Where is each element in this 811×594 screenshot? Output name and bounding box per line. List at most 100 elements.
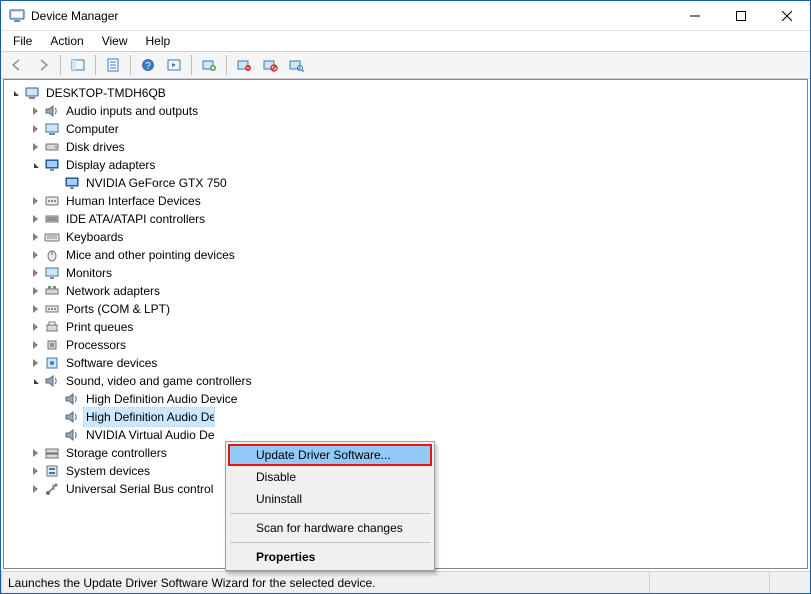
tree-category-label: Ports (COM & LPT) [64,300,172,318]
help-button[interactable]: ? [136,53,160,77]
context-menu-item[interactable]: Update Driver Software... [228,444,432,466]
tree-category[interactable]: Network adapters [28,282,805,300]
expand-arrow-icon[interactable] [28,482,42,496]
network-icon [44,283,60,299]
tree-category-label: Disk drives [64,138,127,156]
menu-action[interactable]: Action [42,32,91,50]
context-menu: Update Driver Software...DisableUninstal… [225,441,435,571]
tree-category-label: Sound, video and game controllers [64,372,253,390]
expand-arrow-icon[interactable] [28,194,42,208]
expand-arrow-icon[interactable] [28,374,42,388]
device-manager-window: Device Manager File Action View Help ? D… [0,0,811,594]
tree-category[interactable]: Print queues [28,318,805,336]
tree-category-label: Software devices [64,354,159,372]
tree-root-node[interactable]: DESKTOP-TMDH6QB [8,84,805,102]
tree-category-label: IDE ATA/ATAPI controllers [64,210,207,228]
svg-text:?: ? [145,61,151,72]
display-icon [44,157,60,173]
expand-arrow-icon[interactable] [28,158,42,172]
context-menu-divider [230,513,430,514]
expand-arrow-icon[interactable] [28,212,42,226]
port-icon [44,301,60,317]
expand-arrow-icon[interactable] [28,320,42,334]
expand-arrow-icon[interactable] [28,338,42,352]
context-menu-item[interactable]: Disable [228,466,432,488]
tree-category[interactable]: Sound, video and game controllers [28,372,805,390]
context-menu-item[interactable]: Scan for hardware changes [228,517,432,539]
show-hide-console-button[interactable] [66,53,90,77]
action-button[interactable] [162,53,186,77]
tree-category[interactable]: Software devices [28,354,805,372]
tree-category[interactable]: Human Interface Devices [28,192,805,210]
tree-category[interactable]: Audio inputs and outputs [28,102,805,120]
tree-category[interactable]: Keyboards [28,228,805,246]
tree-category[interactable]: Ports (COM & LPT) [28,300,805,318]
tree-category-label: Storage controllers [64,444,169,462]
tree-category-label: System devices [64,462,152,480]
minimize-button[interactable] [672,1,718,31]
close-button[interactable] [764,1,810,31]
tree-category[interactable]: Processors [28,336,805,354]
properties-button[interactable] [101,53,125,77]
expand-arrow-icon[interactable] [28,230,42,244]
tree-device[interactable]: High Definition Audio Device [48,408,805,426]
tree-category-label: Keyboards [64,228,125,246]
device-manager-icon [9,8,25,24]
display-icon [64,175,80,191]
maximize-button[interactable] [718,1,764,31]
tree-root-label: DESKTOP-TMDH6QB [44,84,168,102]
context-menu-divider [230,542,430,543]
expand-arrow-icon[interactable] [28,248,42,262]
expand-arrow-icon[interactable] [28,266,42,280]
tree-category[interactable]: Disk drives [28,138,805,156]
storage-icon [44,445,60,461]
context-menu-item[interactable]: Properties [228,546,432,568]
speaker-icon [64,391,80,407]
tree-category[interactable]: IDE ATA/ATAPI controllers [28,210,805,228]
hid-icon [44,193,60,209]
speaker-icon [64,409,80,425]
menu-help[interactable]: Help [138,32,179,50]
update-driver-button[interactable] [197,53,221,77]
expand-arrow-icon[interactable] [28,302,42,316]
mouse-icon [44,247,60,263]
tree-category[interactable]: Mice and other pointing devices [28,246,805,264]
tree-category[interactable]: Monitors [28,264,805,282]
expand-arrow-icon[interactable] [28,140,42,154]
statusbar-cell-2 [650,572,770,593]
tree-category[interactable]: Display adapters [28,156,805,174]
computer-icon [44,121,60,137]
keyboard-icon [44,229,60,245]
speaker-icon [44,103,60,119]
tree-device-label: NVIDIA GeForce GTX 750 [84,174,229,192]
tree-device[interactable]: High Definition Audio Device [48,390,805,408]
tree-device-label: High Definition Audio Device [84,390,239,408]
expand-arrow-icon[interactable] [28,104,42,118]
expand-arrow-icon[interactable] [28,356,42,370]
tree-category-label: Print queues [64,318,135,336]
tree-category[interactable]: Computer [28,120,805,138]
scan-hardware-button[interactable] [284,53,308,77]
monitor-icon [44,265,60,281]
expand-arrow-icon[interactable] [28,122,42,136]
menu-view[interactable]: View [94,32,136,50]
context-menu-item[interactable]: Uninstall [228,488,432,510]
tree-category-label: Audio inputs and outputs [64,102,200,120]
expand-arrow-icon[interactable] [28,464,42,478]
expand-arrow-icon[interactable] [8,86,22,100]
uninstall-button[interactable] [232,53,256,77]
speaker-icon [64,427,80,443]
tree-device[interactable]: NVIDIA GeForce GTX 750 [48,174,805,192]
cpu-icon [44,337,60,353]
disable-button[interactable] [258,53,282,77]
forward-button [31,53,55,77]
statusbar-text: Launches the Update Driver Software Wiza… [1,572,650,593]
expand-arrow-icon[interactable] [28,284,42,298]
menu-file[interactable]: File [5,32,40,50]
expand-arrow-icon[interactable] [28,446,42,460]
tree-category-label: Mice and other pointing devices [64,246,237,264]
tree-category-label: Display adapters [64,156,157,174]
back-button [5,53,29,77]
software-icon [44,355,60,371]
usb-icon [44,481,60,497]
